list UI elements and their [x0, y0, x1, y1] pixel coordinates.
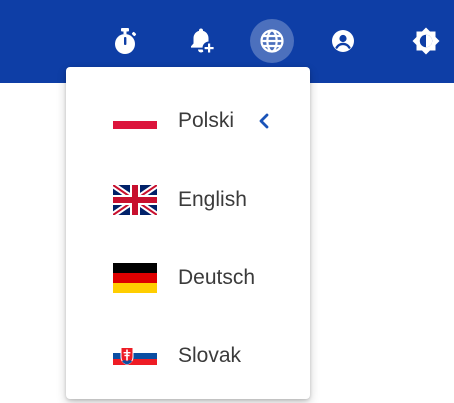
chevron-left-icon	[259, 113, 269, 129]
stopwatch-button[interactable]	[103, 19, 147, 63]
globe-icon	[260, 29, 284, 53]
slovakia-flag-icon	[113, 341, 157, 371]
account-circle-icon	[332, 30, 354, 52]
brightness-icon	[412, 27, 440, 55]
language-label: Slovak	[178, 344, 242, 367]
language-menu: Polski English Deutsch Slovak	[66, 67, 310, 399]
uk-flag-icon	[113, 185, 157, 215]
poland-flag-icon	[113, 106, 157, 136]
notifications-add-button[interactable]	[180, 19, 224, 63]
language-option-deutsch[interactable]: Deutsch	[66, 248, 310, 308]
language-label: English	[178, 188, 247, 211]
stopwatch-icon	[115, 28, 137, 54]
language-option-english[interactable]: English	[66, 170, 310, 230]
language-button[interactable]	[250, 19, 294, 63]
language-option-polski[interactable]: Polski	[66, 91, 310, 151]
language-label: Deutsch	[178, 266, 256, 289]
account-button[interactable]	[321, 19, 365, 63]
theme-toggle-button[interactable]	[404, 19, 448, 63]
language-label: Polski	[178, 109, 235, 132]
germany-flag-icon	[113, 263, 157, 293]
bell-plus-icon	[191, 28, 216, 55]
language-option-slovak[interactable]: Slovak	[66, 326, 310, 386]
